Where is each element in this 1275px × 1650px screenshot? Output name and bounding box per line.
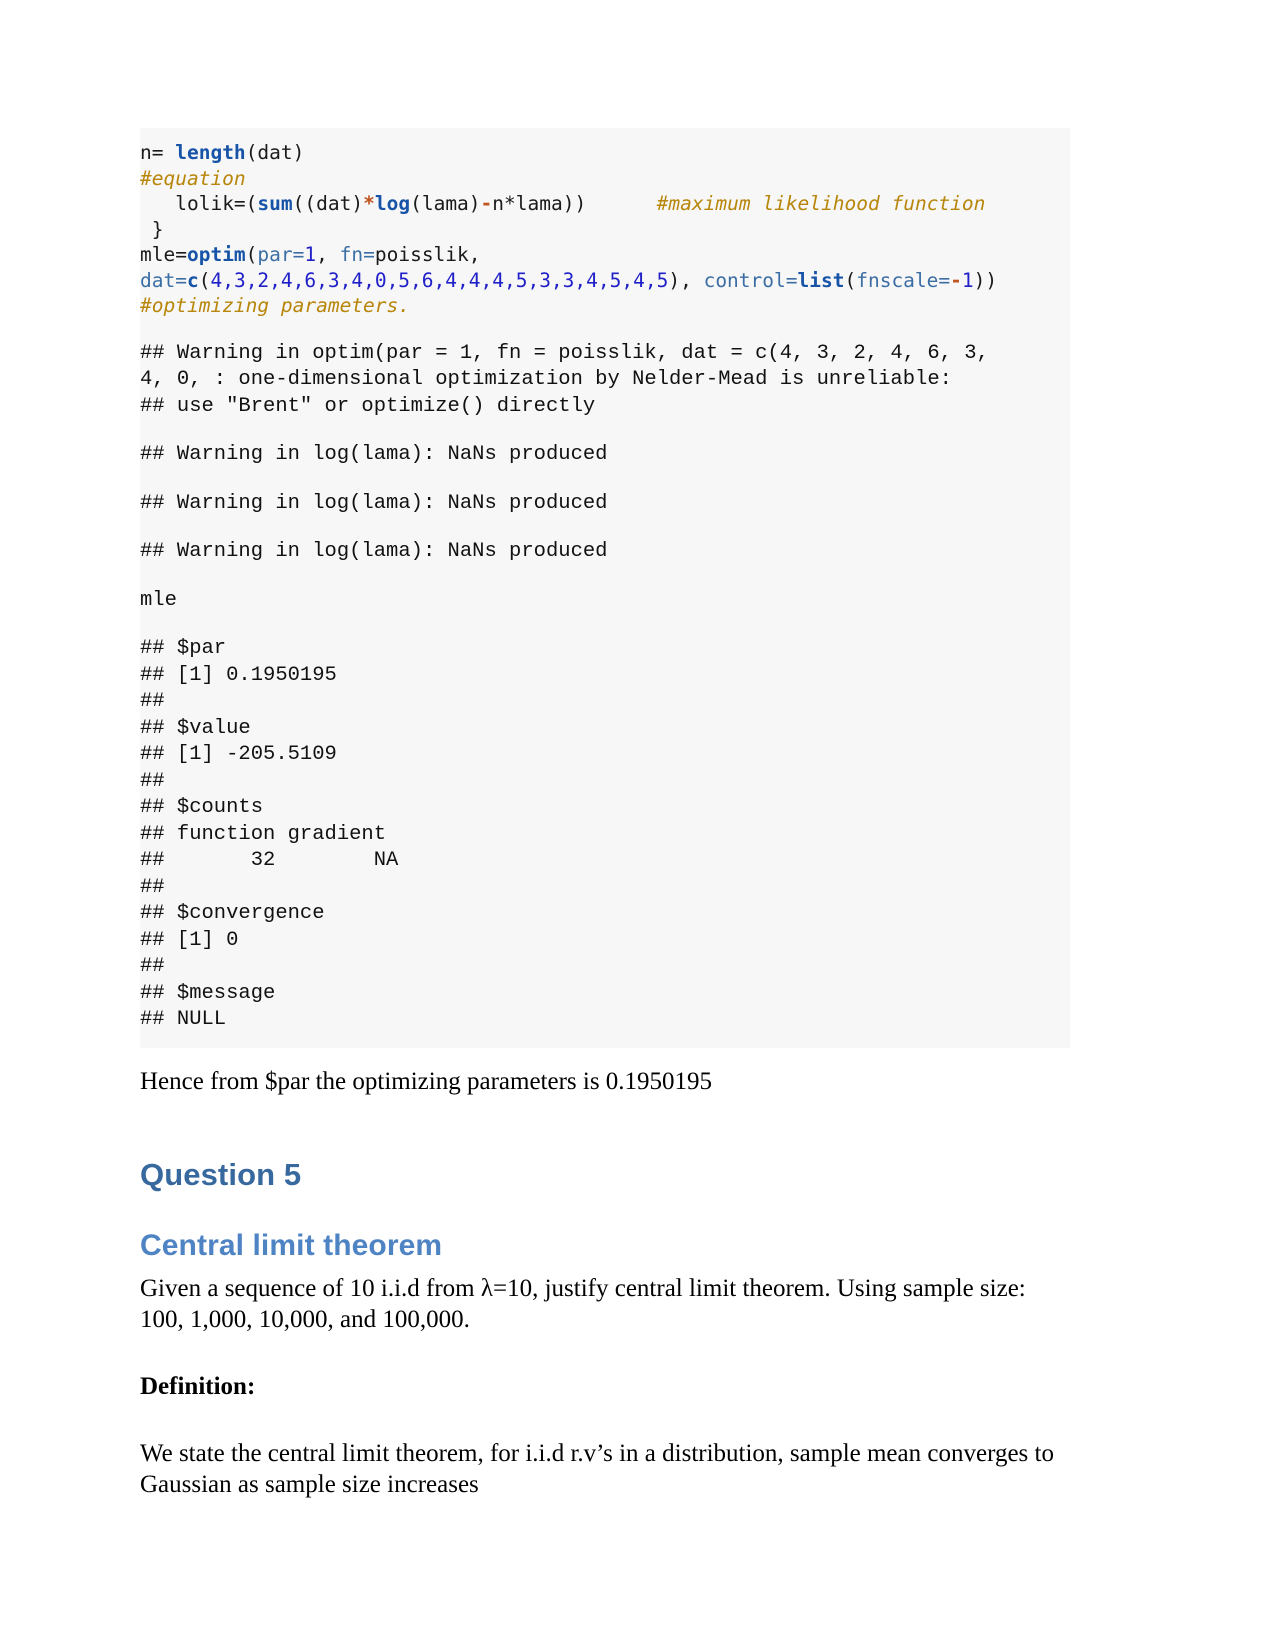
code-token-plain: poisslik,: [374, 243, 481, 266]
code-token-plain: ((dat): [292, 192, 364, 215]
output-warning-nelder-mead: ## Warning in optim(par = 1, fn = poissl…: [140, 341, 989, 418]
heading-central-limit-theorem: Central limit theorem: [140, 1228, 443, 1262]
output-warning-nans-2: ## Warning in log(lama): NaNs produced: [140, 491, 608, 515]
code-token-plain: (: [844, 268, 857, 292]
code-spacer: [997, 269, 1126, 292]
code-token-plain: (: [245, 243, 258, 266]
code-token-arg-control: control=: [703, 268, 798, 292]
code-token-plain: (lama): [410, 192, 481, 215]
code-comment-maximum-likelihood: #maximum likelihood function: [656, 192, 986, 215]
code-token-keyword-c: c: [186, 268, 199, 292]
document-content: n= length(dat) #equation lolik=(sum((dat…: [140, 128, 1070, 1500]
code-output-block: n= length(dat) #equation lolik=(sum((dat…: [140, 128, 1070, 1048]
output-mle-result: ## $par ## [1] 0.1950195 ## ## $value ##…: [140, 637, 399, 1031]
code-token-closing-brace: }: [140, 217, 164, 241]
code-token-operator-minus: -: [950, 268, 962, 292]
code-comment-equation: #equation: [140, 166, 246, 190]
code-token-number: 1: [304, 243, 317, 266]
code-token-plain: n=: [140, 141, 176, 164]
code-token-arg-fnscale: fnscale=: [856, 268, 951, 292]
code-token-plain: n*lama)): [492, 192, 587, 215]
intro-paragraph: Given a sequence of 10 i.i.d from λ=10, …: [140, 1274, 1026, 1333]
code-token-keyword-list: list: [797, 268, 845, 292]
code-token-plain: ,: [316, 243, 340, 266]
code-token-arg-dat: dat=: [140, 268, 187, 292]
output-warning-nans-3: ## Warning in log(lama): NaNs produced: [140, 540, 608, 563]
definition-paragraph: We state the central limit theorem, for …: [140, 1439, 1054, 1498]
code-token-plain: )): [973, 268, 998, 292]
code-token-plain: (: [198, 268, 211, 292]
code-token-operator-minus: -: [480, 192, 493, 215]
code-token-number: 1: [961, 268, 974, 292]
document-page: n= length(dat) #equation lolik=(sum((dat…: [0, 0, 1275, 1650]
heading-question-5: Question 5: [140, 1156, 302, 1192]
code-token-data-vector: 4,3,2,4,6,3,4,0,5,6,4,4,4,5,3,3,4,5,4,5: [210, 268, 669, 292]
code-token-plain: (dat): [245, 141, 305, 164]
code-token-arg-fn: fn=: [339, 243, 375, 266]
code-token-plain: mle=: [140, 243, 187, 266]
code-token-operator-multiply: *: [363, 192, 375, 215]
code-spacer: [586, 192, 656, 215]
code-token-keyword-optim: optim: [186, 243, 246, 266]
code-comment-optimizing: #optimizing parameters.: [140, 294, 411, 317]
code-token-keyword-sum: sum: [257, 192, 293, 215]
hence-paragraph: Hence from $par the optimizing parameter…: [140, 1067, 713, 1095]
code-token-keyword-log: log: [374, 192, 411, 215]
code-token-plain: lolik=(: [175, 192, 258, 215]
code-call-mle: mle: [140, 588, 177, 612]
definition-label-line: Definition:: [140, 1371, 1070, 1402]
r-source-code: n= length(dat) #equation lolik=(sum((dat…: [140, 140, 1070, 319]
code-token-plain: ),: [668, 268, 704, 292]
code-token-arg-par: par=: [257, 243, 305, 266]
definition-label: Definition:: [140, 1372, 256, 1400]
code-token-keyword-length: length: [175, 141, 246, 164]
output-warning-nans-1: ## Warning in log(lama): NaNs produced: [140, 443, 608, 466]
